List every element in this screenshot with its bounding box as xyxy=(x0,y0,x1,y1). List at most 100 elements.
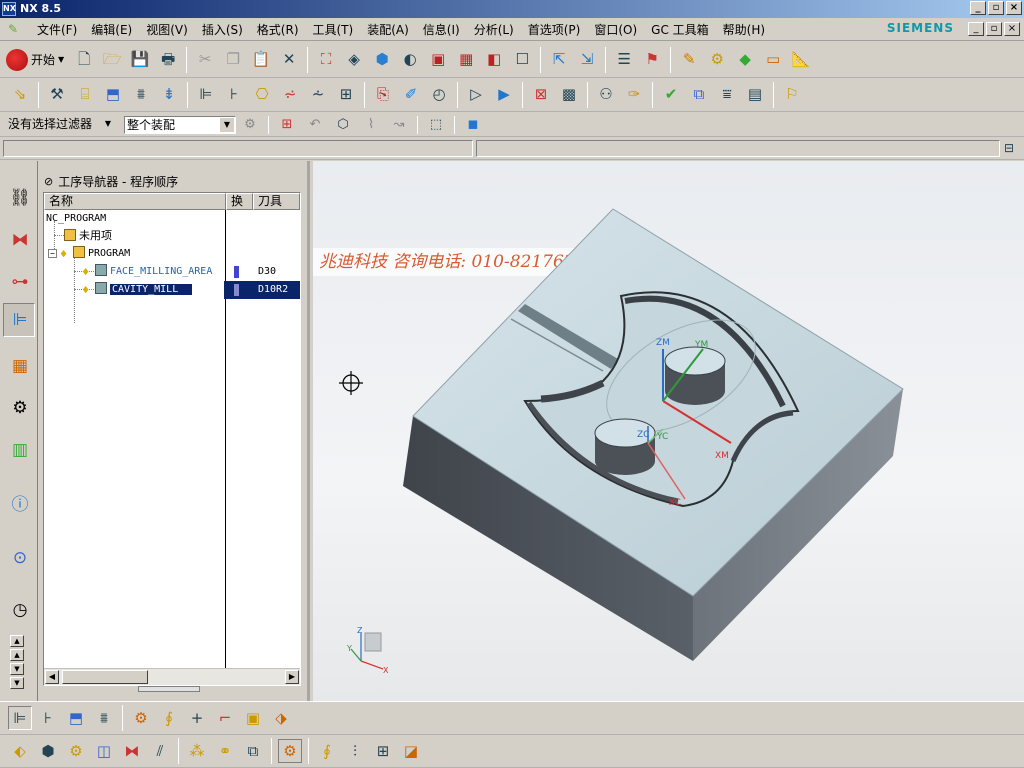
start-button[interactable]: 开始 ▼ xyxy=(6,48,64,71)
shading-icon[interactable]: ◐ xyxy=(398,48,422,72)
tree-row-face-milling-area[interactable]: ♦ FACE_MILLING_AREA D30 xyxy=(82,263,300,281)
replay-toolpath-icon[interactable]: ⩪ xyxy=(306,83,330,107)
edit-object-icon[interactable]: ✎ xyxy=(677,48,701,72)
render-style-icon[interactable]: ◈ xyxy=(342,48,366,72)
panel-splitter[interactable] xyxy=(138,686,200,692)
playback-icon[interactable]: ▶ xyxy=(492,83,516,107)
assembly-scope-select[interactable]: 整个装配 ▼ xyxy=(124,115,236,134)
feature-icon[interactable]: ⬗ xyxy=(269,706,293,730)
create-geometry-icon[interactable]: ⌸ xyxy=(73,83,97,107)
print-icon[interactable]: 🖶 xyxy=(156,48,180,72)
copy-icon[interactable]: ❐ xyxy=(221,48,245,72)
display-toolpath-icon[interactable]: ▷ xyxy=(464,83,488,107)
selection-filter-icon[interactable]: ⚙ xyxy=(238,113,262,137)
column-name[interactable]: 名称 xyxy=(44,193,226,210)
tree-row-cavity-mill[interactable]: ♦ CAVITY_MILL D10R2 xyxy=(82,281,300,299)
menu-file[interactable]: 文件(F) xyxy=(30,22,84,38)
table-icon[interactable]: ⊞ xyxy=(371,739,395,763)
operation-navigator-icon[interactable]: ⊫ xyxy=(7,307,33,333)
fit-view-icon[interactable]: ⛶ xyxy=(314,48,338,72)
reuse-library-icon[interactable]: ⚙ xyxy=(7,395,33,421)
history-icon[interactable]: ◷ xyxy=(7,597,33,623)
ruler-icon[interactable]: 📐 xyxy=(789,48,813,72)
select-body-icon[interactable]: ↝ xyxy=(387,113,411,137)
menu-gc-toolkit[interactable]: GC 工具箱 xyxy=(644,22,716,38)
cycle-time-icon[interactable]: ◴ xyxy=(427,83,451,107)
info-icon[interactable]: ⓘ xyxy=(7,489,33,515)
menu-view[interactable]: 视图(V) xyxy=(139,22,195,38)
section-view-icon[interactable]: ▣ xyxy=(426,48,450,72)
unite-icon[interactable]: ⚭ xyxy=(213,739,237,763)
machine-view-icon[interactable]: ⊦ xyxy=(36,706,60,730)
create-tool-icon[interactable]: ⚒ xyxy=(45,83,69,107)
select-face-icon[interactable]: ⬡ xyxy=(331,113,355,137)
web-browser-icon[interactable]: ⊙ xyxy=(7,545,33,571)
minimize-button[interactable]: _ xyxy=(970,1,986,15)
snap-point-icon[interactable]: ⊞ xyxy=(275,113,299,137)
thread-icon[interactable]: ⫶ xyxy=(343,739,367,763)
method-view-icon[interactable]: ⎔ xyxy=(250,83,274,107)
create-method-icon[interactable]: ⬒ xyxy=(101,83,125,107)
generate-toolpath-icon[interactable]: ⩫ xyxy=(278,83,302,107)
wcs-orient-icon[interactable]: ⇱ xyxy=(547,48,571,72)
shaded-face-icon[interactable]: ▦ xyxy=(454,48,478,72)
scroll-down-icon[interactable]: ▼ xyxy=(10,677,24,689)
object-display-icon[interactable]: ▩ xyxy=(557,83,581,107)
assembly-navigator-icon[interactable]: ⛓ xyxy=(7,185,33,211)
scroll-right-icon[interactable]: ▶ xyxy=(285,670,299,684)
block-icon[interactable]: ▣ xyxy=(241,706,265,730)
doc-restore-button[interactable]: ▫ xyxy=(986,22,1002,36)
program-view-icon[interactable]: ⊫ xyxy=(8,706,32,730)
pin-icon[interactable]: ⊘ xyxy=(44,175,53,188)
column-change[interactable]: 换 xyxy=(226,193,253,210)
machine-tool-navigator-icon[interactable]: ▦ xyxy=(7,353,33,379)
tree-row-unused[interactable]: 未用项 xyxy=(64,227,112,245)
rectangle-select-icon[interactable]: ⬚ xyxy=(424,113,448,137)
geometry-view-icon[interactable]: ⊦ xyxy=(222,83,246,107)
column-tool[interactable]: 刀具 xyxy=(253,193,300,210)
verify-icon[interactable]: ⊞ xyxy=(334,83,358,107)
horizontal-scrollbar[interactable]: ◀ ▶ xyxy=(44,668,300,685)
selection-filter-select[interactable]: 没有选择过滤器 ▼ xyxy=(6,115,116,134)
layer-move-icon[interactable]: ⚑ xyxy=(640,48,664,72)
edge-icon[interactable]: ◧ xyxy=(482,48,506,72)
wcs-move-icon[interactable]: ⇲ xyxy=(575,48,599,72)
program-order-icon[interactable]: ⇟ xyxy=(157,83,181,107)
tree-row-nc-program[interactable]: NC_PROGRAM xyxy=(46,210,106,228)
lock-icon[interactable]: ⚇ xyxy=(594,83,618,107)
orient-view-icon[interactable]: ⬢ xyxy=(370,48,394,72)
distance-icon[interactable]: ▭ xyxy=(761,48,785,72)
gear-icon[interactable]: ⚙ xyxy=(278,739,302,763)
add-point-icon[interactable]: + xyxy=(185,706,209,730)
background-icon[interactable]: ☐ xyxy=(510,48,534,72)
cut-icon[interactable]: ✂ xyxy=(193,48,217,72)
layer-settings-icon[interactable]: ☰ xyxy=(612,48,636,72)
select-edge-icon[interactable]: ⌇ xyxy=(359,113,383,137)
doc-close-button[interactable]: × xyxy=(1004,22,1020,36)
options-icon[interactable]: ⚙ xyxy=(129,706,153,730)
scroll-thumb[interactable] xyxy=(62,670,148,684)
undo-select-icon[interactable]: ↶ xyxy=(303,113,327,137)
restore-button[interactable]: ▫ xyxy=(988,1,1004,15)
create-program-icon[interactable]: ⇘ xyxy=(8,83,32,107)
trim-icon[interactable]: ⫽ xyxy=(148,739,172,763)
scroll-up-icon[interactable]: ▲ xyxy=(10,649,24,661)
scroll-left-icon[interactable]: ◀ xyxy=(45,670,59,684)
tool-list-icon[interactable]: ⩸ xyxy=(715,83,739,107)
machine-tool-view-icon[interactable]: ⊫ xyxy=(194,83,218,107)
measure-icon[interactable]: ⚙ xyxy=(705,48,729,72)
create-operation-icon[interactable]: ⩩ xyxy=(129,83,153,107)
graphics-window[interactable]: 兆迪科技 咨询电话: 010-82176248 ZM YM XM ZC YC X… xyxy=(313,161,1024,701)
object-transform-icon[interactable]: ⊠ xyxy=(529,83,553,107)
mirror-icon[interactable]: ⧓ xyxy=(120,739,144,763)
geometry-view-2-icon[interactable]: ⬒ xyxy=(64,706,88,730)
scroll-down-icon[interactable]: ▼ xyxy=(10,663,24,675)
post-process-icon[interactable]: ⎘ xyxy=(371,83,395,107)
save-icon[interactable]: 💾 xyxy=(128,48,152,72)
constraint-navigator-icon[interactable]: ⧓ xyxy=(7,227,33,253)
offset-face-icon[interactable]: ◪ xyxy=(399,739,423,763)
subtract-icon[interactable]: ⧉ xyxy=(241,739,265,763)
flag-icon[interactable]: ⚐ xyxy=(780,83,804,107)
close-button[interactable]: × xyxy=(1006,1,1022,15)
menu-edit[interactable]: 编辑(E) xyxy=(84,22,139,38)
